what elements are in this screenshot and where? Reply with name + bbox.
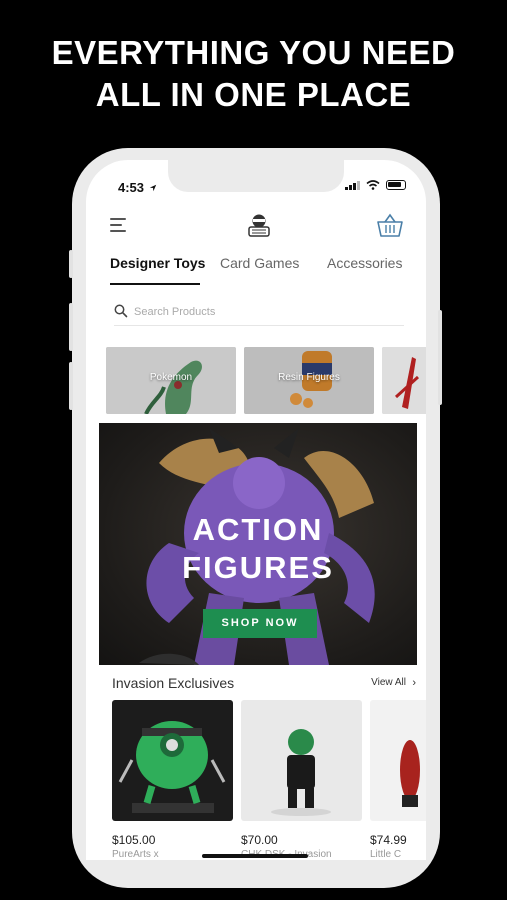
shop-now-button[interactable]: SHOP NOW: [203, 609, 317, 638]
section-header: Invasion Exclusives View All ›: [112, 673, 416, 693]
signal-icon: [345, 180, 360, 190]
active-tab-indicator: [110, 283, 200, 285]
category-card-more[interactable]: [382, 347, 426, 414]
product-price: $105.00: [112, 833, 156, 847]
tab-card-games[interactable]: Card Games: [220, 255, 299, 271]
hero-title: ACTION FIGURES: [182, 512, 334, 585]
search-input[interactable]: [134, 303, 394, 321]
category-card-resin-figures[interactable]: Resin Figures: [244, 347, 374, 414]
location-arrow-icon: [149, 184, 156, 192]
headline-line-2: ALL IN ONE PLACE: [95, 76, 412, 113]
product-price: $74.99: [370, 833, 407, 847]
view-all-link[interactable]: View All: [371, 677, 406, 688]
product-image[interactable]: [241, 700, 362, 821]
product-image[interactable]: [112, 700, 233, 821]
category-label: Resin Figures: [278, 372, 340, 383]
store-logo-icon[interactable]: [246, 212, 272, 238]
app-screen: 4:53 Designer Toys Card Games Accessorie…: [86, 160, 426, 860]
category-figure-image: [382, 347, 426, 414]
search-bar: [114, 300, 404, 326]
phone-side-button: [69, 250, 73, 278]
tab-accessories[interactable]: Accessories: [327, 255, 402, 271]
product-price: $70.00: [241, 833, 278, 847]
headline: EVERYTHING YOU NEED ALL IN ONE PLACE: [0, 32, 507, 116]
phone-volume-down: [69, 362, 73, 410]
battery-icon: [386, 180, 406, 190]
hero-banner[interactable]: ACTION FIGURES SHOP NOW: [99, 423, 417, 665]
top-bar: [86, 210, 426, 242]
wifi-icon: [366, 180, 380, 190]
category-label: Pokemon: [149, 372, 193, 383]
chevron-right-icon[interactable]: ›: [412, 677, 416, 689]
product-card[interactable]: $70.00 CHK DSK - Invasion: [241, 700, 362, 860]
category-carousel: Pokemon Resin Figures: [106, 347, 426, 414]
tab-designer-toys[interactable]: Designer Toys: [110, 255, 205, 271]
section-title: Invasion Exclusives: [112, 675, 235, 691]
product-card[interactable]: $74.99 Little C: [370, 700, 426, 860]
category-card-pokemon[interactable]: Pokemon: [106, 347, 236, 414]
menu-icon[interactable]: [110, 218, 128, 234]
category-tabs: Designer Toys Card Games Accessories: [110, 255, 410, 285]
product-name: Little C: [370, 849, 402, 860]
product-carousel: $105.00 PureArts x $70.00 CHK DSK - Inva…: [110, 700, 426, 860]
status-time: 4:53: [118, 180, 157, 195]
phone-notch: [168, 160, 344, 192]
home-indicator[interactable]: [202, 854, 308, 858]
phone-power-button: [438, 310, 442, 405]
product-card[interactable]: $105.00 PureArts x: [112, 700, 233, 860]
product-image[interactable]: [370, 700, 426, 821]
basket-icon[interactable]: [376, 212, 404, 238]
headline-line-1: EVERYTHING YOU NEED: [51, 34, 456, 71]
search-icon: [114, 304, 128, 318]
phone-volume-up: [69, 303, 73, 351]
status-icons: [345, 180, 406, 190]
